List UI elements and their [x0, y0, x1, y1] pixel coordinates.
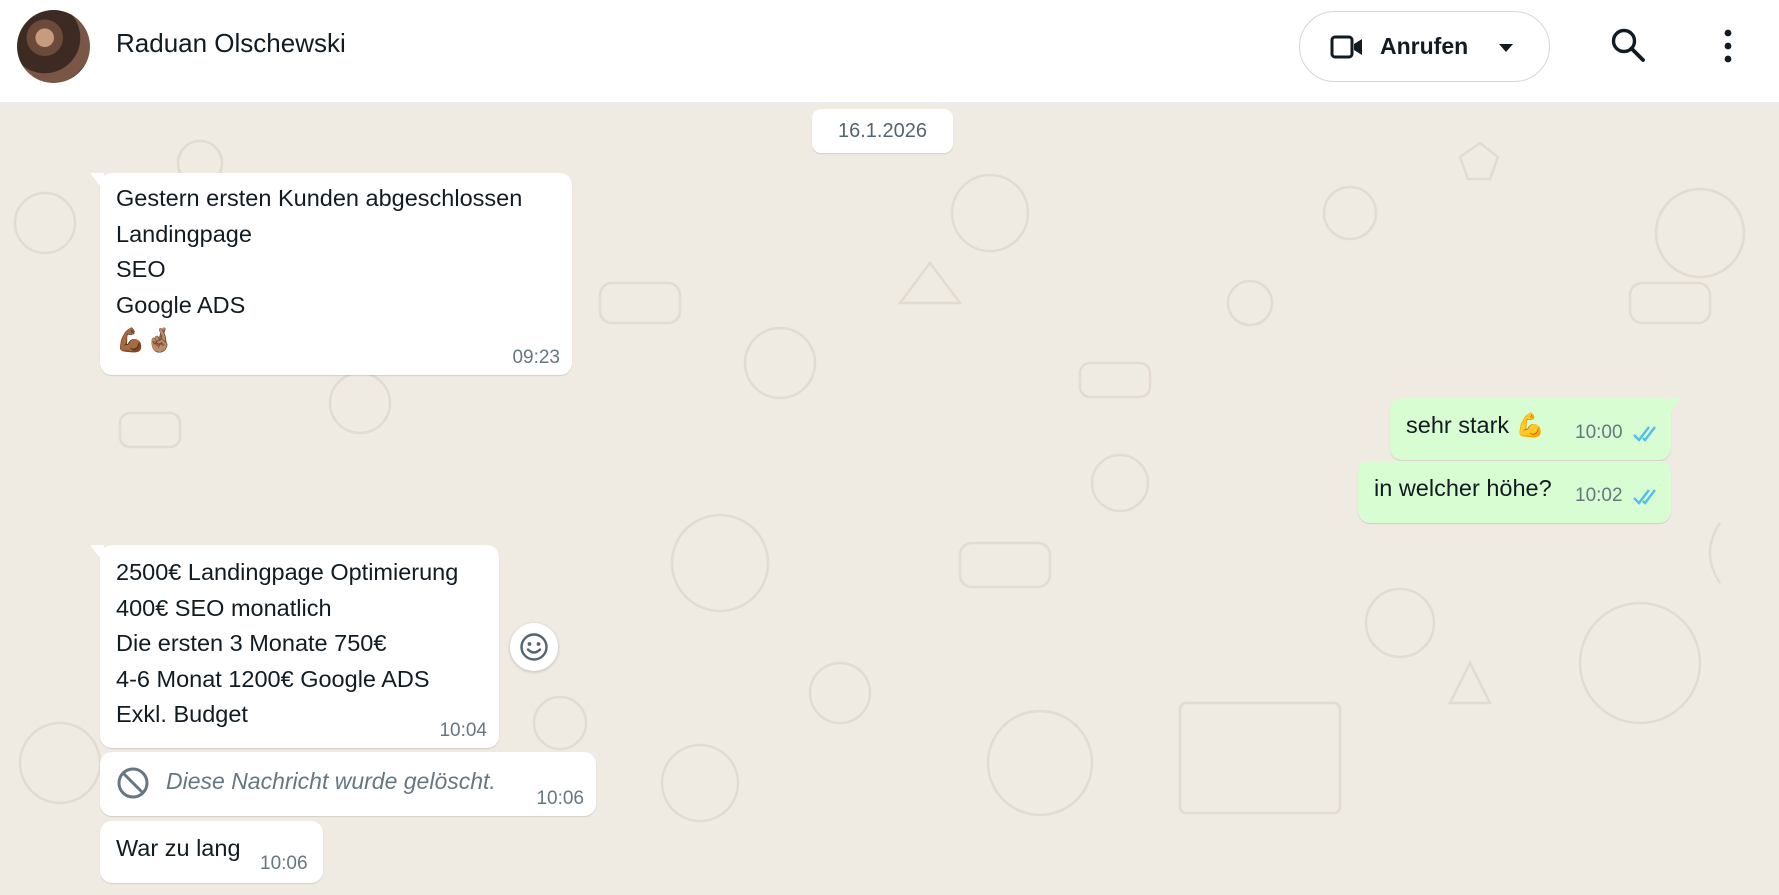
- bubble-tail: [90, 173, 104, 191]
- message-text: in welcher höhe?: [1374, 475, 1552, 501]
- chevron-down-icon: [1499, 44, 1513, 52]
- smiley-icon: [520, 633, 548, 661]
- read-receipt-icon: [1633, 426, 1656, 442]
- chat-header: Raduan Olschewski Anrufen: [0, 0, 1779, 103]
- message-time: 10:06: [536, 788, 584, 809]
- message-bubble-incoming[interactable]: War zu lang 10:06: [100, 821, 323, 883]
- message-time: 10:04: [439, 720, 487, 741]
- video-icon: [1330, 35, 1362, 59]
- message-bubble-outgoing[interactable]: in welcher höhe? 10:02: [1358, 461, 1671, 523]
- bubble-tail: [1667, 398, 1681, 416]
- read-receipt-icon: [1633, 489, 1656, 505]
- message-text: War zu lang: [116, 835, 241, 861]
- menu-icon[interactable]: [1716, 27, 1740, 65]
- deleted-message-text: Diese Nachricht wurde gelöscht.: [166, 768, 496, 794]
- message-text: sehr stark 💪: [1406, 412, 1545, 438]
- message-time: 10:02: [1575, 485, 1623, 506]
- message-text: Gestern ersten Kunden abgeschlossen Landi…: [116, 185, 523, 353]
- react-button[interactable]: [510, 623, 558, 671]
- message-bubble-incoming[interactable]: Gestern ersten Kunden abgeschlossen Landi…: [90, 173, 572, 375]
- message-time: 09:23: [512, 347, 560, 368]
- message-time: 10:06: [260, 853, 308, 874]
- call-button-label: Anrufen: [1380, 33, 1469, 59]
- block-icon: [117, 767, 149, 799]
- message-text: 2500€ Landingpage Optimierung 400€ SEO mo…: [116, 559, 459, 727]
- call-button[interactable]: Anrufen: [1299, 11, 1550, 82]
- bubble-tail: [90, 545, 104, 563]
- message-bubble-outgoing[interactable]: sehr stark 💪 10:00: [1390, 398, 1681, 460]
- message-time: 10:00: [1575, 422, 1623, 443]
- contact-avatar[interactable]: [17, 10, 90, 83]
- chat-area[interactable]: 16.1.2026 Gestern ersten Kunden abgeschl…: [0, 103, 1779, 895]
- contact-name[interactable]: Raduan Olschewski: [116, 28, 346, 59]
- message-bubble-incoming[interactable]: 2500€ Landingpage Optimierung 400€ SEO mo…: [90, 545, 499, 748]
- search-icon[interactable]: [1610, 27, 1646, 63]
- date-chip: 16.1.2026: [812, 109, 953, 153]
- message-bubble-deleted[interactable]: Diese Nachricht wurde gelöscht. 10:06: [100, 752, 596, 816]
